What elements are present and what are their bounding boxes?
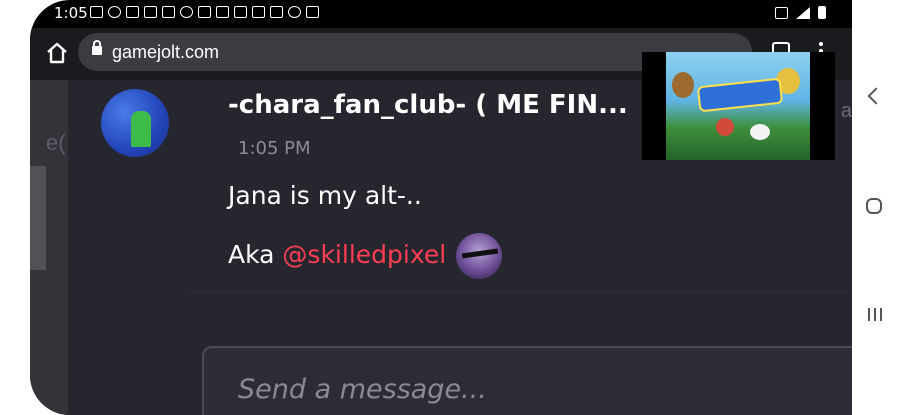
character-blob	[716, 118, 734, 136]
wifi-icon	[288, 6, 301, 18]
image-icon	[306, 6, 319, 18]
avatar-figure	[131, 111, 151, 147]
calendar-icon	[198, 6, 211, 18]
message-input-placeholder: Send a message...	[238, 374, 487, 405]
vibrate-icon	[775, 6, 788, 19]
tools-icon	[252, 6, 265, 18]
android-navigation-bar	[852, 0, 900, 415]
message-username[interactable]: -chara_fan_club- ( ME FIN...	[228, 90, 628, 120]
calendar-icon	[216, 6, 229, 18]
character-blob	[672, 72, 694, 98]
user-mention-link[interactable]: @skilledpixel	[282, 240, 446, 269]
calendar-icon	[234, 6, 247, 18]
message-icon	[90, 6, 103, 18]
picture-in-picture-video[interactable]	[642, 52, 835, 160]
status-time: 1:05	[54, 4, 88, 22]
mention-avatar[interactable]	[456, 233, 503, 279]
url-text[interactable]: gamejolt.com	[112, 42, 219, 63]
message-line-2: Aka @skilledpixel	[228, 233, 503, 279]
message-input[interactable]: Send a message...	[202, 346, 852, 415]
left-panel: e(	[30, 80, 68, 415]
character-blob	[750, 124, 770, 140]
puzzle-icon	[180, 6, 193, 18]
left-panel-highlight	[30, 166, 46, 270]
recents-icon[interactable]	[868, 308, 882, 321]
battery-icon	[818, 6, 826, 19]
system-icons	[775, 6, 826, 19]
notification-icons	[90, 6, 319, 18]
message-line-1: Jana is my alt-..	[228, 181, 422, 210]
gmail-icon	[144, 6, 157, 18]
home-circle-icon[interactable]	[866, 198, 882, 214]
signal-icon	[796, 6, 810, 19]
reddit-icon	[108, 6, 121, 18]
divider	[188, 292, 848, 293]
video-thumbnail	[666, 52, 810, 160]
message-line-2-prefix: Aka	[228, 240, 283, 269]
gmail-icon	[162, 6, 175, 18]
home-icon[interactable]	[44, 40, 70, 66]
lock-icon	[92, 40, 102, 55]
right-cutoff-text: a	[840, 100, 852, 122]
back-icon[interactable]	[867, 87, 885, 105]
user-avatar[interactable]	[101, 89, 169, 157]
status-bar: 1:05	[30, 0, 852, 28]
left-panel-partial-text: e(	[46, 130, 66, 155]
gmail-icon	[270, 6, 283, 18]
message-timestamp: 1:05 PM	[238, 138, 311, 159]
gmail-icon	[126, 6, 139, 18]
game-logo	[696, 77, 784, 113]
